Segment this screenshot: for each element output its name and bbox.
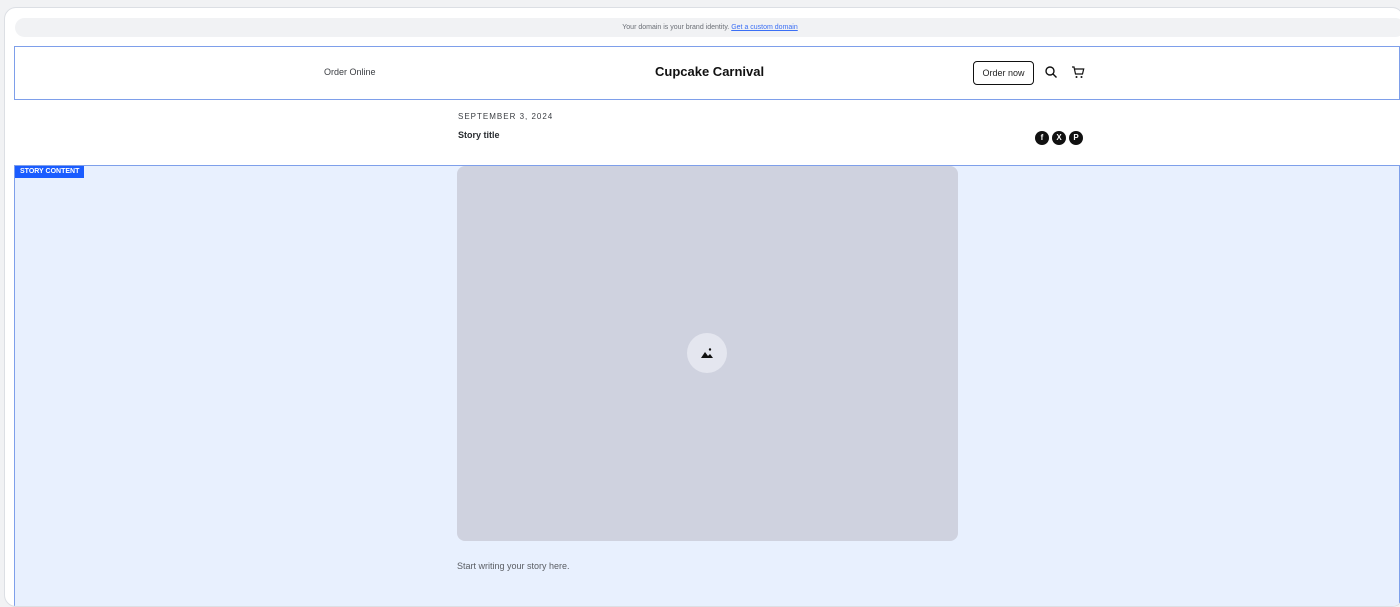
domain-banner: Your domain is your brand identity. Get … [15,18,1400,37]
banner-message: Your domain is your brand identity. [622,24,730,31]
site-header[interactable]: Order Online Cupcake Carnival Order now [14,46,1400,100]
story-content-section[interactable]: STORY CONTENT Start writing your story h… [14,165,1400,606]
post-date: SEPTEMBER 3, 2024 [458,112,554,121]
pinterest-icon[interactable]: P [1069,131,1083,145]
site-title[interactable]: Cupcake Carnival [655,64,764,79]
order-now-button[interactable]: Order now [973,61,1034,85]
custom-domain-link[interactable]: Get a custom domain [731,24,798,31]
image-placeholder[interactable] [457,166,958,541]
story-title[interactable]: Story title [458,130,500,140]
search-icon[interactable] [1044,65,1058,79]
cart-icon[interactable] [1071,65,1085,79]
nav-order-online[interactable]: Order Online [324,67,376,77]
image-icon [701,348,713,358]
facebook-icon[interactable]: f [1035,131,1049,145]
post-meta: SEPTEMBER 3, 2024 Story title f X P [14,101,1400,165]
story-content-tag: STORY CONTENT [15,166,85,178]
editor-frame: Your domain is your brand identity. Get … [4,7,1400,607]
story-body-placeholder[interactable]: Start writing your story here. [457,561,570,571]
x-icon[interactable]: X [1052,131,1066,145]
image-upload-button[interactable] [687,333,727,373]
